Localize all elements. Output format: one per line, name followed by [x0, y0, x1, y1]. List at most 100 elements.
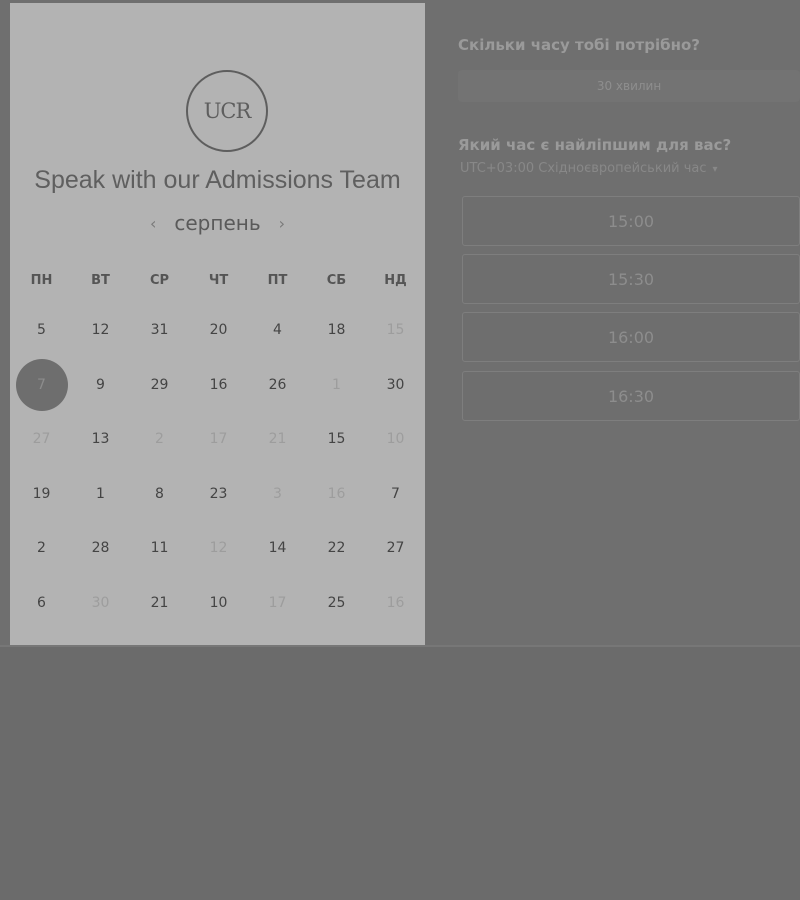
- calendar-day: 10: [366, 412, 425, 467]
- chevron-right-icon[interactable]: ›: [279, 214, 285, 233]
- timezone-label: UTC+03:00 Східноєвропейський час: [460, 161, 707, 176]
- duration-select[interactable]: 30 хвилин: [458, 70, 800, 102]
- calendar-panel: UCR Speak with our Admissions Team ‹ сер…: [10, 3, 425, 645]
- calendar-weeks: 5 12 31 20 4 18 15 7 9 29 16 26 1 30 27 13 2 17 21 15 10 19 1 8…: [10, 303, 425, 630]
- calendar-day[interactable]: 11: [130, 521, 189, 576]
- calendar-day[interactable]: 14: [248, 521, 307, 576]
- calendar-day-number: 30: [91, 594, 110, 611]
- calendar-day-number: 4: [273, 322, 282, 339]
- calendar-day-number: 23: [209, 485, 228, 502]
- calendar-day[interactable]: 1: [71, 467, 130, 522]
- calendar-day-number: 3: [273, 485, 282, 502]
- weekday-label: СБ: [326, 273, 347, 288]
- calendar-day-number: 22: [327, 540, 346, 557]
- time-slot-button[interactable]: 16:00: [462, 312, 800, 362]
- calendar-day-number: 15: [327, 431, 346, 448]
- calendar-day-number: 17: [268, 594, 287, 611]
- chevron-left-icon[interactable]: ‹: [150, 214, 156, 233]
- calendar-day: 21: [248, 412, 307, 467]
- calendar-day-number: 18: [327, 322, 346, 339]
- calendar-day: 17: [189, 412, 248, 467]
- month-navigation: ‹ серпень ›: [10, 211, 425, 235]
- calendar-week-row: 7 9 29 16 26 1 30: [12, 358, 425, 413]
- calendar-day-number: 30: [386, 376, 405, 393]
- time-question: Який час є найліпшим для вас?: [458, 136, 732, 154]
- calendar-day[interactable]: 25: [307, 576, 366, 631]
- calendar-week-row: 19 1 8 23 3 16 7: [12, 467, 425, 522]
- calendar-day-number: 12: [209, 540, 228, 557]
- calendar-day-number: 7: [391, 485, 400, 502]
- calendar-day-number: 29: [150, 376, 169, 393]
- time-slot-button[interactable]: 15:00: [462, 196, 800, 246]
- calendar-day-number: 1: [332, 376, 341, 393]
- calendar-grid: ПН ВТ СР ЧТ ПТ СБ НД 5 12 31 20 4 18 15 7 9 29 16 26 1 30 27…: [10, 263, 425, 630]
- calendar-day[interactable]: 30: [366, 358, 425, 413]
- calendar-day-number: 10: [209, 594, 228, 611]
- calendar-day: 27: [12, 412, 71, 467]
- calendar-day: 16: [366, 576, 425, 631]
- calendar-day[interactable]: 27: [366, 521, 425, 576]
- calendar-day: 30: [71, 576, 130, 631]
- calendar-day-selected[interactable]: 7: [12, 358, 71, 413]
- calendar-day-number: 19: [32, 485, 51, 502]
- calendar-day-number: 20: [209, 322, 228, 339]
- calendar-day[interactable]: 21: [130, 576, 189, 631]
- weekday-label: ВТ: [91, 273, 110, 288]
- calendar-day[interactable]: 8: [130, 467, 189, 522]
- calendar-day-number: 8: [155, 485, 164, 502]
- calendar-day-number: 5: [37, 322, 46, 339]
- caret-down-icon: ▾: [712, 164, 718, 175]
- calendar-day[interactable]: 9: [71, 358, 130, 413]
- calendar-day-number: 9: [96, 376, 105, 393]
- page-title: Speak with our Admissions Team: [34, 166, 401, 194]
- duration-question: Скільки часу тобі потрібно?: [458, 36, 700, 54]
- calendar-day[interactable]: 20: [189, 303, 248, 358]
- calendar-day[interactable]: 22: [307, 521, 366, 576]
- calendar-day: 15: [366, 303, 425, 358]
- calendar-day[interactable]: 15: [307, 412, 366, 467]
- time-slot-button[interactable]: 16:30: [462, 371, 800, 421]
- calendar-day-number: 25: [327, 594, 346, 611]
- calendar-day-number: 15: [386, 322, 405, 339]
- calendar-day-number: 7: [37, 376, 46, 393]
- calendar-day[interactable]: 19: [12, 467, 71, 522]
- calendar-day-number: 2: [37, 540, 46, 557]
- weekday-header: ПН ВТ СР ЧТ ПТ СБ НД: [12, 263, 425, 303]
- weekday-label: НД: [384, 273, 407, 288]
- calendar-day[interactable]: 5: [12, 303, 71, 358]
- calendar-day[interactable]: 4: [248, 303, 307, 358]
- calendar-day[interactable]: 12: [71, 303, 130, 358]
- calendar-day-number: 31: [150, 322, 169, 339]
- calendar-day[interactable]: 6: [12, 576, 71, 631]
- calendar-day-number: 28: [91, 540, 110, 557]
- calendar-day[interactable]: 10: [189, 576, 248, 631]
- calendar-day[interactable]: 26: [248, 358, 307, 413]
- calendar-day-number: 2: [155, 431, 164, 448]
- calendar-day[interactable]: 18: [307, 303, 366, 358]
- calendar-week-row: 5 12 31 20 4 18 15: [12, 303, 425, 358]
- calendar-day: 12: [189, 521, 248, 576]
- calendar-day[interactable]: 28: [71, 521, 130, 576]
- calendar-day-number: 12: [91, 322, 110, 339]
- calendar-day[interactable]: 23: [189, 467, 248, 522]
- calendar-week-row: 27 13 2 17 21 15 10: [12, 412, 425, 467]
- weekday-label: ПН: [30, 273, 53, 288]
- calendar-day-number: 27: [386, 540, 405, 557]
- calendar-day[interactable]: 31: [130, 303, 189, 358]
- calendar-day[interactable]: 7: [366, 467, 425, 522]
- time-slot-button[interactable]: 15:30: [462, 254, 800, 304]
- timezone-select[interactable]: UTC+03:00 Східноєвропейський час ▾: [460, 161, 718, 176]
- calendar-day: 2: [130, 412, 189, 467]
- calendar-day[interactable]: 2: [12, 521, 71, 576]
- calendar-day-number: 21: [150, 594, 169, 611]
- calendar-day-number: 26: [268, 376, 287, 393]
- scheduling-options: Скільки часу тобі потрібно? 30 хвилин Як…: [458, 0, 800, 645]
- calendar-week-row: 6 30 21 10 17 25 16: [12, 576, 425, 631]
- calendar-day[interactable]: 16: [189, 358, 248, 413]
- calendar-day-number: 11: [150, 540, 169, 557]
- calendar-day-number: 14: [268, 540, 287, 557]
- calendar-week-row: 2 28 11 12 14 22 27: [12, 521, 425, 576]
- month-label: серпень: [174, 211, 261, 235]
- calendar-day[interactable]: 29: [130, 358, 189, 413]
- calendar-day[interactable]: 13: [71, 412, 130, 467]
